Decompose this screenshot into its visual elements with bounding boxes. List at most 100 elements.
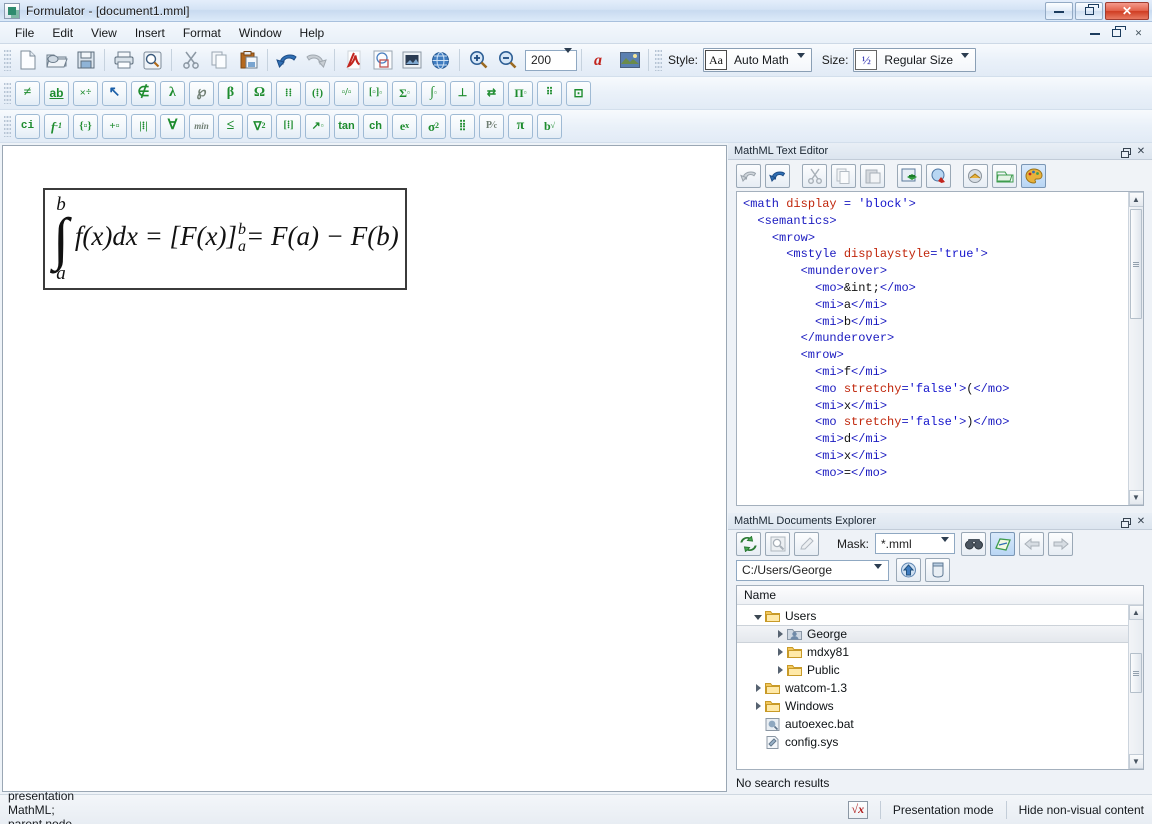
absolute-value-palette-button[interactable]: |⁞| bbox=[131, 113, 156, 139]
zoom-in-button[interactable] bbox=[465, 47, 492, 74]
greek-lambda-palette-button[interactable]: λ bbox=[160, 80, 185, 106]
explorer-float-button[interactable] bbox=[1120, 514, 1134, 528]
tree-vertical-scrollbar[interactable]: ▲ ▼ bbox=[1128, 605, 1143, 769]
identifier-palette-button[interactable]: ab bbox=[44, 80, 69, 106]
matrix-palette-button[interactable]: ⠿ bbox=[537, 80, 562, 106]
mask-combo[interactable]: *.mml bbox=[875, 533, 956, 556]
integral-palette-button[interactable]: ∫ ▫ bbox=[421, 80, 446, 106]
vector-palette-button[interactable]: ↗ ▫ bbox=[305, 113, 330, 139]
mdi-minimize-button[interactable] bbox=[1085, 25, 1104, 41]
window-maximize-button[interactable] bbox=[1075, 2, 1103, 20]
toolbar-grip[interactable] bbox=[4, 115, 11, 137]
tree-item[interactable]: Users bbox=[737, 607, 1128, 625]
set-palette-button[interactable]: {▫} bbox=[73, 113, 98, 139]
menu-help[interactable]: Help bbox=[291, 23, 334, 43]
set-relations-palette-button[interactable]: ∉ bbox=[131, 80, 156, 106]
export-image-button[interactable] bbox=[398, 47, 425, 74]
cut-button[interactable] bbox=[802, 163, 827, 188]
apply-button[interactable] bbox=[897, 163, 922, 188]
text-editor-float-button[interactable] bbox=[1120, 144, 1134, 158]
mdi-restore-button[interactable] bbox=[1107, 25, 1126, 41]
inequality-palette-button[interactable]: ≤ bbox=[218, 113, 243, 139]
toolbar-grip[interactable] bbox=[4, 49, 11, 71]
greek-omega-palette-button[interactable]: Ω bbox=[247, 80, 272, 106]
tree-item[interactable]: George bbox=[737, 625, 1128, 643]
search-toggle-button[interactable] bbox=[990, 531, 1016, 556]
statistics-palette-button[interactable]: σ2 bbox=[421, 113, 446, 139]
min-max-palette-button[interactable]: min bbox=[189, 113, 214, 139]
style-combo[interactable]: Aa Auto Math bbox=[703, 48, 812, 72]
scroll-up-arrow-icon[interactable]: ▲ bbox=[1128, 605, 1143, 620]
expander-closed-icon[interactable] bbox=[773, 663, 787, 677]
scroll-up-arrow-icon[interactable]: ▲ bbox=[1128, 192, 1143, 207]
expander-open-icon[interactable] bbox=[751, 609, 765, 623]
matrix-content-palette-button[interactable]: [⁞] bbox=[276, 113, 301, 139]
labeled-arrow-palette-button[interactable]: ⇄ bbox=[479, 80, 504, 106]
validate-button[interactable] bbox=[926, 163, 951, 188]
menu-view[interactable]: View bbox=[82, 23, 126, 43]
constants-palette-button[interactable]: π bbox=[508, 113, 533, 139]
menu-insert[interactable]: Insert bbox=[126, 23, 174, 43]
fences-palette-button[interactable]: (⁞) bbox=[305, 80, 330, 106]
zoom-out-button[interactable] bbox=[494, 47, 521, 74]
save-document-button[interactable] bbox=[72, 47, 99, 74]
toolbar-grip[interactable] bbox=[655, 49, 662, 71]
refresh-button[interactable] bbox=[736, 531, 761, 556]
expander-closed-icon[interactable] bbox=[751, 699, 765, 713]
hyperbolic-palette-button[interactable]: ch bbox=[363, 113, 388, 139]
paste-button[interactable] bbox=[235, 47, 262, 74]
document-canvas[interactable]: b ∫ a f(x)dx = [F(x)] b a = F(a) − F(b) bbox=[2, 145, 727, 792]
mathml-code-editor[interactable]: <math display = 'block'> <semantics> <mr… bbox=[736, 191, 1144, 506]
insert-text-button[interactable]: a bbox=[587, 47, 614, 74]
formula-editor-box[interactable]: b ∫ a f(x)dx = [F(x)] b a = F(a) − F(b) bbox=[43, 188, 407, 290]
tree-item[interactable]: Public bbox=[737, 661, 1128, 679]
expander-closed-icon[interactable] bbox=[773, 627, 787, 641]
size-combo[interactable]: ½ Regular Size bbox=[853, 48, 977, 72]
exponential-palette-button[interactable]: ex bbox=[392, 113, 417, 139]
load-button[interactable] bbox=[963, 163, 988, 188]
print-button[interactable] bbox=[110, 47, 137, 74]
copy-button[interactable] bbox=[831, 163, 856, 188]
inverse-function-palette-button[interactable]: f -1 bbox=[44, 113, 69, 139]
fraction-palette-button[interactable]: ▫/▫ bbox=[334, 80, 359, 106]
mdi-close-button[interactable]: ✕ bbox=[1129, 25, 1148, 41]
save-text-button[interactable] bbox=[992, 163, 1017, 188]
redo-button[interactable] bbox=[765, 163, 790, 188]
decorations-palette-button[interactable]: ⁞⁞ bbox=[276, 80, 301, 106]
new-document-button[interactable] bbox=[14, 47, 41, 74]
tree-item[interactable]: watcom-1.3 bbox=[737, 679, 1128, 697]
menu-format[interactable]: Format bbox=[174, 23, 230, 43]
redo-button[interactable] bbox=[302, 47, 329, 74]
edit-button[interactable] bbox=[794, 531, 819, 556]
plus-operator-palette-button[interactable]: +▫ bbox=[102, 113, 127, 139]
zoom-level-combo[interactable]: 200 bbox=[525, 48, 577, 71]
scroll-down-arrow-icon[interactable]: ▼ bbox=[1128, 754, 1143, 769]
summation-palette-button[interactable]: Σ ▫ bbox=[392, 80, 417, 106]
set-theory-palette-button[interactable]: ⣿ bbox=[450, 113, 475, 139]
semantics-palette-button[interactable]: b √ bbox=[537, 113, 562, 139]
script-letters-palette-button[interactable]: ℘ bbox=[189, 80, 214, 106]
undo-button[interactable] bbox=[273, 47, 300, 74]
tree-item[interactable]: Windows bbox=[737, 697, 1128, 715]
scroll-thumb[interactable] bbox=[1130, 653, 1142, 693]
cut-button[interactable] bbox=[177, 47, 204, 74]
tree-item[interactable]: autoexec.bat bbox=[737, 715, 1128, 733]
highlight-colors-button[interactable] bbox=[1021, 163, 1046, 188]
paste-button[interactable] bbox=[860, 163, 885, 188]
file-tree[interactable]: Name Users George mdxy81 Public watcom-1.3 Wi… bbox=[736, 585, 1144, 770]
tree-item[interactable]: mdxy81 bbox=[737, 643, 1128, 661]
scroll-down-arrow-icon[interactable]: ▼ bbox=[1128, 490, 1143, 505]
preview-button[interactable] bbox=[765, 531, 790, 556]
table-palette-button[interactable]: ⊡ bbox=[566, 80, 591, 106]
open-document-button[interactable] bbox=[43, 47, 70, 74]
print-preview-button[interactable] bbox=[139, 47, 166, 74]
insert-picture-button[interactable] bbox=[616, 47, 643, 74]
forward-button[interactable] bbox=[1048, 531, 1074, 556]
text-editor-close-button[interactable]: ✕ bbox=[1134, 144, 1148, 158]
explorer-close-button[interactable]: ✕ bbox=[1134, 514, 1148, 528]
quantifier-palette-button[interactable]: ∀ bbox=[160, 113, 185, 139]
content-identifier-palette-button[interactable]: ci bbox=[15, 113, 40, 139]
nabla-palette-button[interactable]: ∇ 2 bbox=[247, 113, 272, 139]
greek-beta-palette-button[interactable]: β bbox=[218, 80, 243, 106]
home-button[interactable] bbox=[925, 558, 950, 582]
